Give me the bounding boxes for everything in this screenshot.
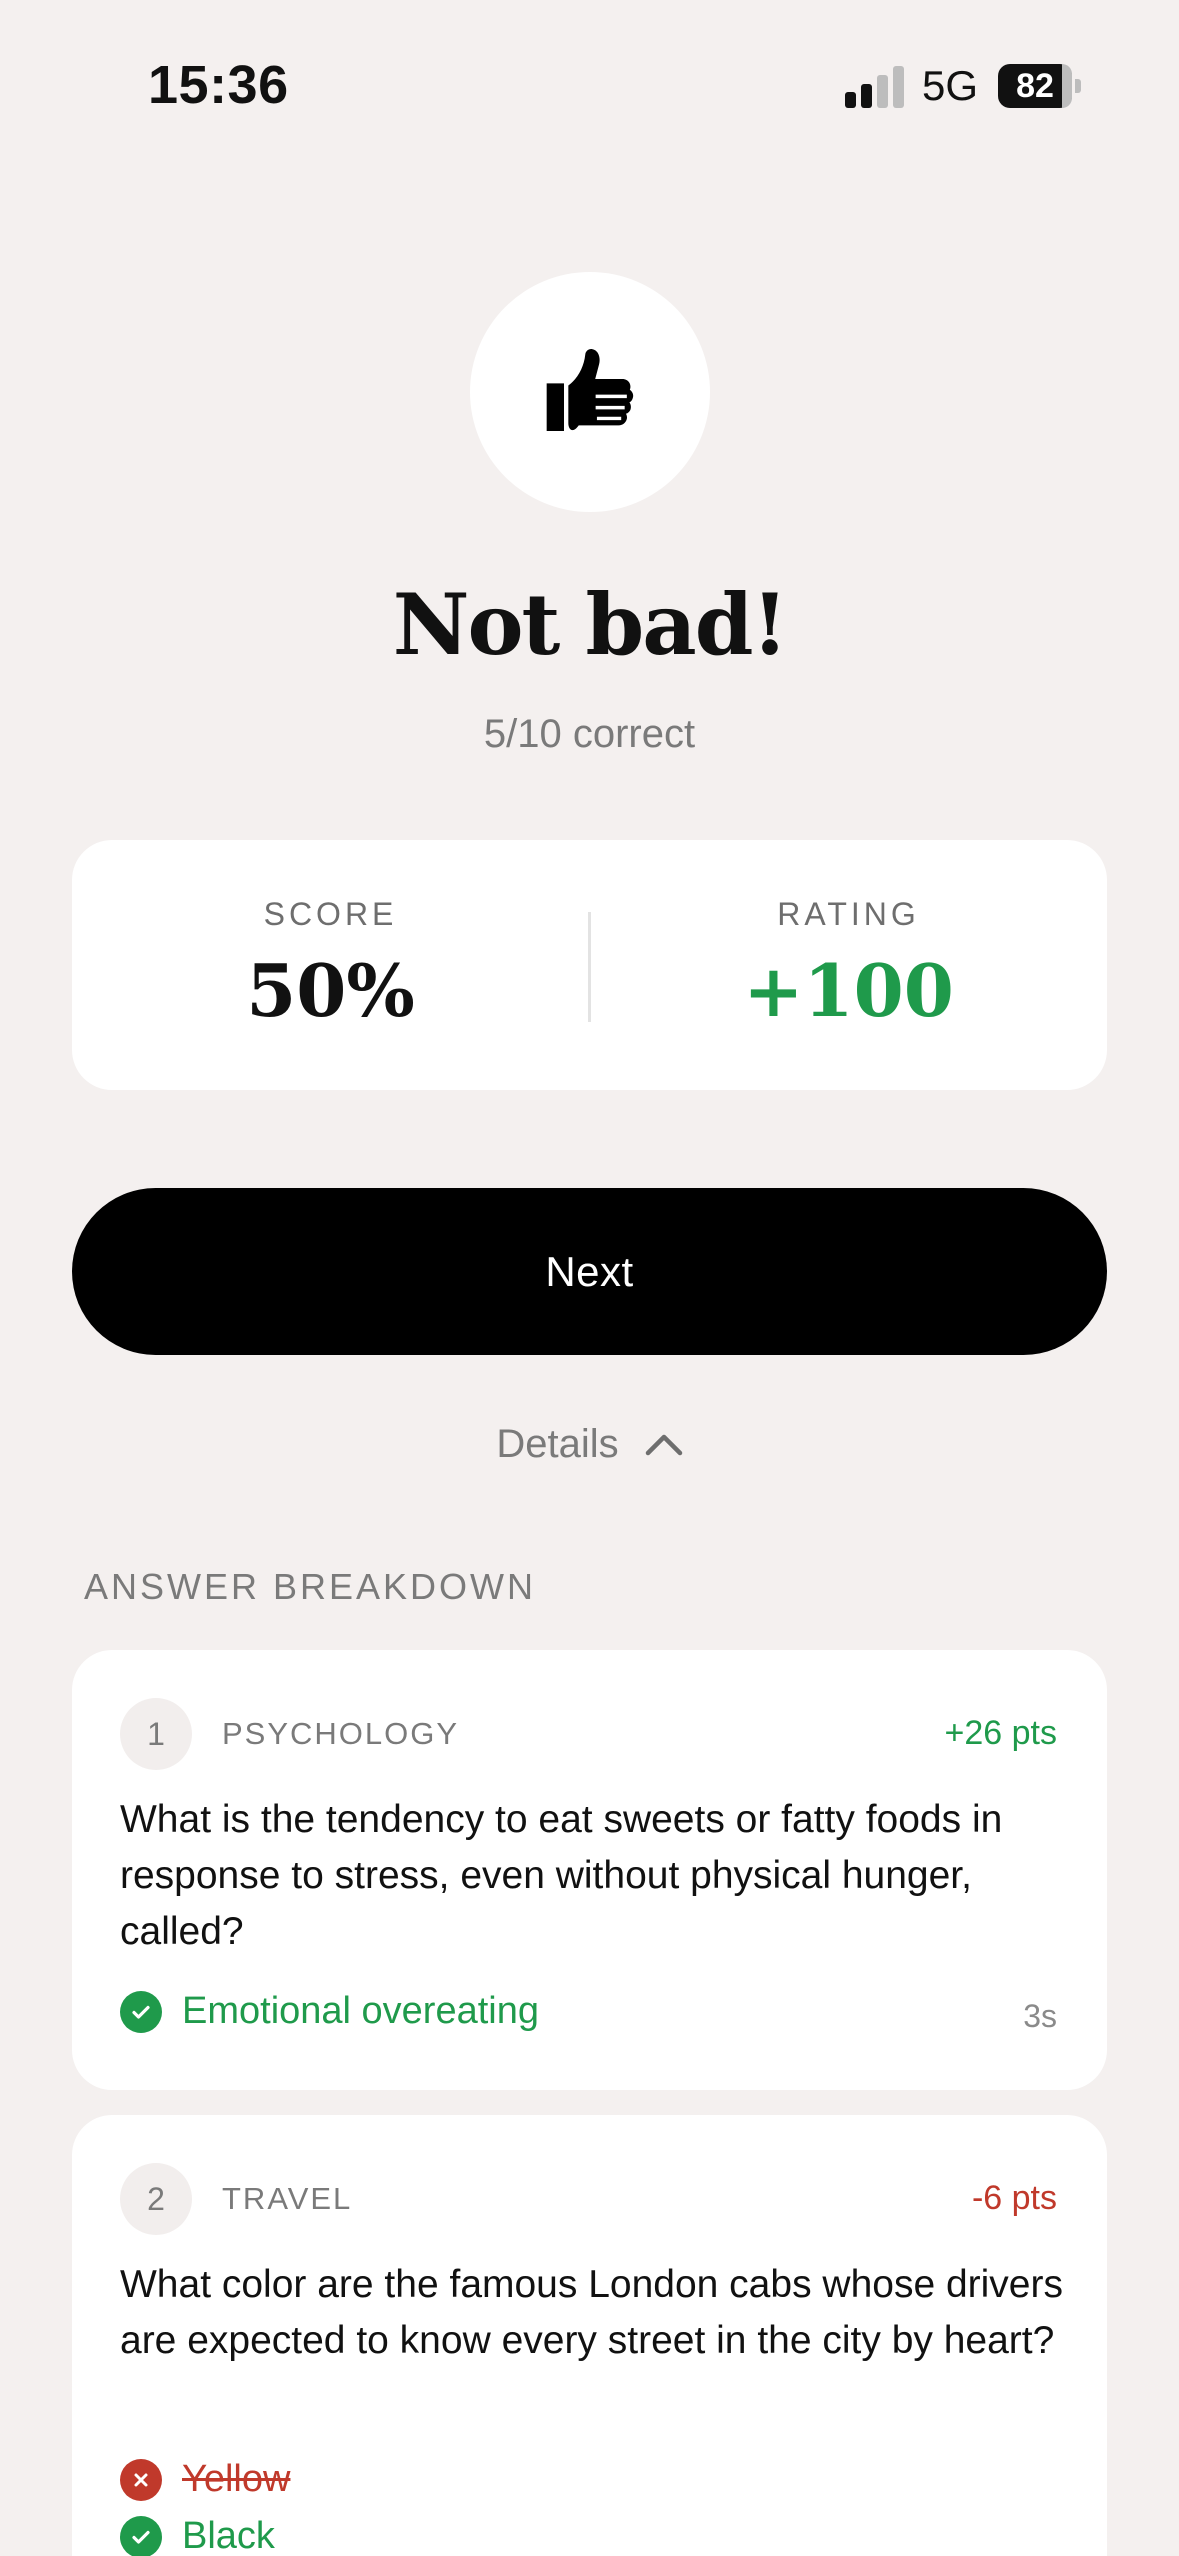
answer-correct: Emotional overeating	[120, 1990, 539, 2033]
question-points: -6 pts	[971, 2179, 1057, 2217]
network-label: 5G	[922, 62, 979, 109]
answer-text: Black	[182, 2515, 275, 2556]
answer-time: 3s	[1023, 1998, 1057, 2034]
next-button[interactable]: Next	[72, 1188, 1107, 1355]
x-circle-icon	[120, 2458, 162, 2501]
rating-value: +100	[743, 948, 954, 1033]
result-icon-circle	[470, 272, 710, 512]
status-bar: 15:36 5G 82	[0, 0, 1179, 170]
result-title: Not bad!	[392, 575, 789, 674]
rating-stat: RATING +100	[590, 840, 1107, 1090]
question-category: PSYCHOLOGY	[222, 1716, 460, 1751]
details-label: Details	[496, 1421, 619, 1466]
score-value: 50%	[246, 948, 415, 1033]
question-category: TRAVEL	[222, 2181, 353, 2216]
score-label: SCORE	[263, 896, 398, 932]
answer-card: 2 TRAVEL -6 pts What color are the famou…	[72, 2115, 1107, 2556]
details-toggle[interactable]: Details	[0, 1414, 1179, 1474]
chevron-up-icon	[645, 1434, 682, 1456]
battery-icon: 82	[998, 64, 1081, 108]
question-text: What is the tendency to eat sweets or fa…	[120, 1798, 1003, 1953]
status-time: 15:36	[148, 55, 289, 115]
answer-text: Emotional overeating	[182, 1990, 539, 2032]
battery-level: 82	[1016, 67, 1054, 105]
stats-card: SCORE 50% RATING +100	[72, 840, 1107, 1090]
score-stat: SCORE 50%	[72, 840, 589, 1090]
question-number: 2	[120, 2163, 192, 2235]
thumbs-up-icon	[546, 349, 634, 431]
check-circle-icon	[120, 2515, 162, 2556]
answer-wrong: Yellow	[120, 2458, 290, 2501]
rating-label: RATING	[777, 896, 920, 932]
answer-correct: Black	[120, 2515, 275, 2556]
answer-card: 1 PSYCHOLOGY +26 pts What is the tendenc…	[72, 1650, 1107, 2090]
question-text: What color are the famous London cabs wh…	[120, 2263, 1063, 2362]
question-points: +26 pts	[944, 1714, 1057, 1752]
quiz-results-screen: 15:36 5G 82 Not bad! 5/10 correct SCORE …	[0, 0, 1179, 2556]
question-number: 1	[120, 1698, 192, 1770]
correct-count: 5/10 correct	[483, 712, 696, 756]
answer-breakdown-title: ANSWER BREAKDOWN	[84, 1566, 537, 1607]
check-circle-icon	[120, 1990, 162, 2033]
answer-text: Yellow	[182, 2458, 291, 2500]
signal-icon	[845, 66, 905, 108]
